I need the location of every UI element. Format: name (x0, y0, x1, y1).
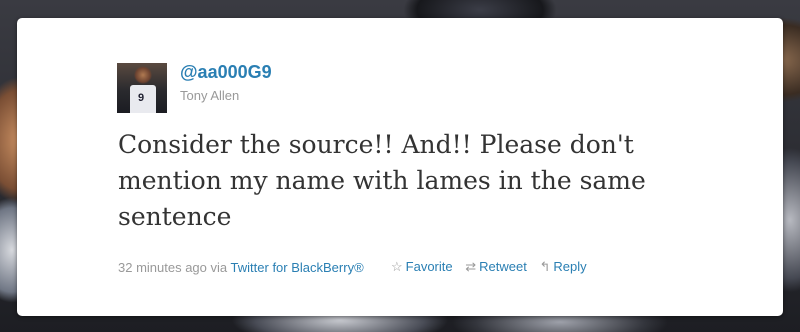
retweet-label: Retweet (479, 259, 527, 274)
avatar-jersey-number: 9 (138, 92, 145, 104)
source-link[interactable]: Twitter for BlackBerry® (231, 260, 364, 275)
avatar[interactable]: 9 (117, 63, 167, 113)
reply-button[interactable]: ↰ Reply (539, 259, 586, 275)
favorite-label: Favorite (405, 259, 453, 274)
favorite-button[interactable]: ☆ Favorite (391, 259, 453, 275)
retweet-icon: ⇄ (465, 259, 477, 274)
retweet-button[interactable]: ⇄ Retweet (465, 259, 527, 275)
tweet-actions: ☆ Favorite ⇄ Retweet ↰ Reply (391, 259, 596, 275)
tweet-text: Consider the source!! And!! Please don't… (118, 130, 646, 231)
via-label: via (210, 260, 228, 275)
user-full-name: Tony Allen (180, 88, 240, 103)
user-handle-link[interactable]: @aa000G9 (180, 62, 272, 83)
tweet-card: 9 @aa000G9 Tony Allen Consider the sourc… (17, 18, 783, 316)
reply-arrow-icon: ↰ (539, 259, 551, 274)
avatar-jersey: 9 (130, 85, 156, 113)
star-outline-icon: ☆ (391, 259, 403, 274)
reply-label: Reply (553, 259, 587, 274)
timestamp-link[interactable]: 32 minutes ago (118, 260, 207, 275)
tweet-meta: 32 minutes ago via Twitter for BlackBerr… (118, 260, 364, 275)
